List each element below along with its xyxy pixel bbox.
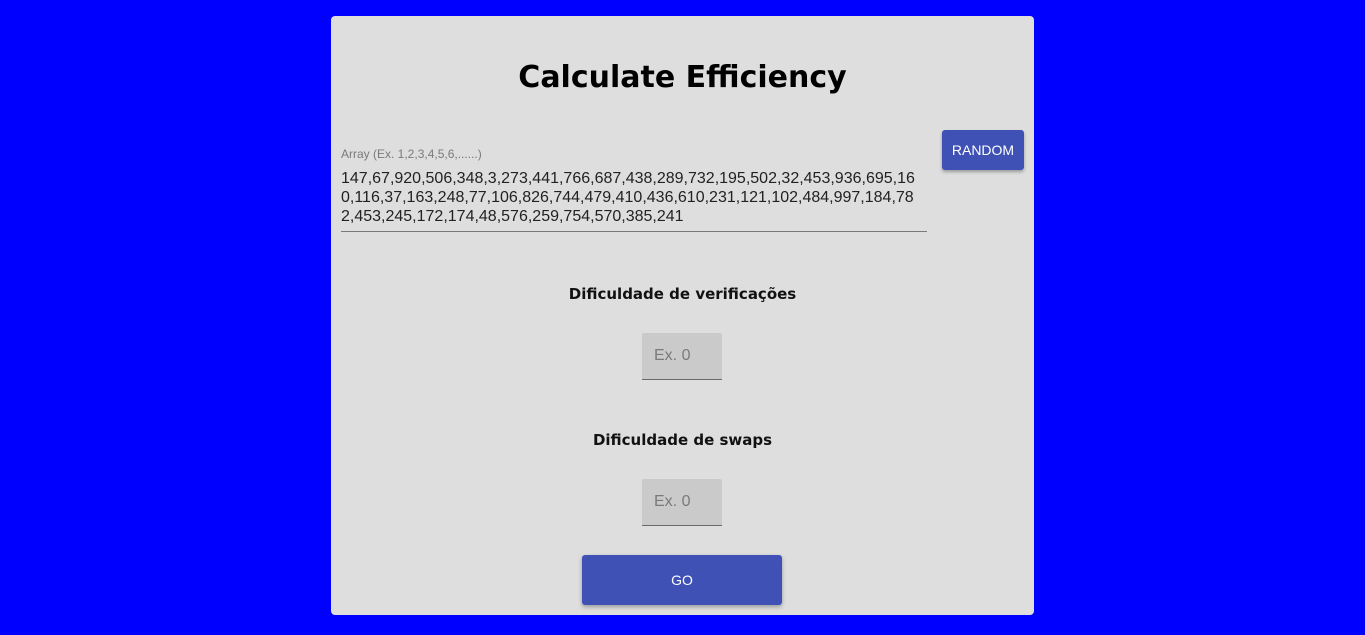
verifications-input[interactable] bbox=[642, 333, 722, 380]
random-button[interactable]: RANDOM bbox=[942, 130, 1024, 170]
verifications-label: Dificuldade de verificações bbox=[568, 285, 797, 303]
go-button[interactable]: GO bbox=[582, 555, 782, 605]
swaps-label: Dificuldade de swaps bbox=[592, 431, 773, 449]
array-field-label: Array (Ex. 1,2,3,4,5,6,......) bbox=[341, 147, 482, 161]
efficiency-card: Calculate Efficiency Array (Ex. 1,2,3,4,… bbox=[331, 16, 1034, 615]
page-title: Calculate Efficiency bbox=[518, 60, 847, 95]
array-input[interactable]: 147,67,920,506,348,3,273,441,766,687,438… bbox=[341, 169, 927, 226]
swaps-input[interactable] bbox=[642, 479, 722, 526]
array-field[interactable]: Array (Ex. 1,2,3,4,5,6,......) 147,67,92… bbox=[341, 140, 927, 232]
